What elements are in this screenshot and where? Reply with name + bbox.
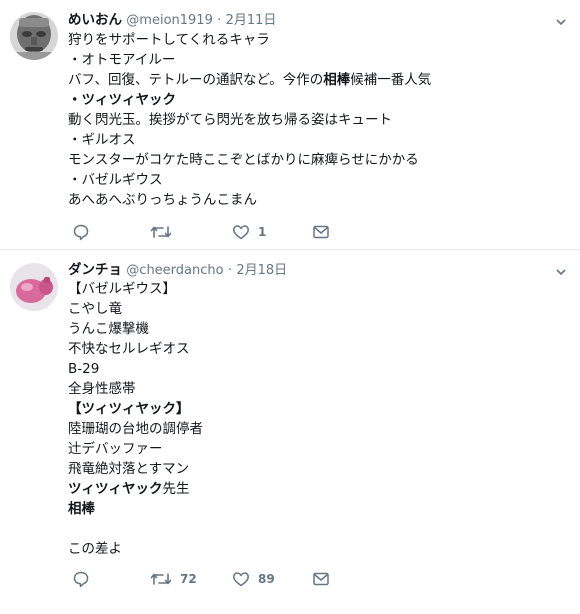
text-run: 動く閃光玉。挨拶がてら閃光を放ち帰る姿はキュート bbox=[68, 112, 392, 128]
tweet-text-line: モンスターがコケた時ここぞとばかりに麻痺らせにかかる bbox=[68, 150, 570, 170]
retweet-button[interactable] bbox=[150, 222, 180, 242]
tweet-header: ダンチョ @cheerdancho · 2月18日 bbox=[68, 261, 552, 280]
text-run: 不快なセルレギオス bbox=[68, 341, 190, 357]
like-button[interactable]: 1 bbox=[232, 222, 266, 242]
text-run: バフ、回復、テトルーの通訳など。今作の bbox=[68, 72, 324, 88]
tweet-text-line bbox=[68, 519, 570, 539]
dm-icon bbox=[312, 570, 330, 588]
text-run: ・バゼルギウス bbox=[68, 172, 163, 188]
tweet-text-line: 陸珊瑚の台地の調停者 bbox=[68, 419, 570, 439]
bold-text: 相棒 bbox=[68, 501, 95, 517]
tweet-text-line: 【ツィツィヤック】 bbox=[68, 399, 570, 419]
text-run: 辻デバッファー bbox=[68, 441, 163, 457]
text-run: B-29 bbox=[68, 361, 100, 377]
reply-icon bbox=[72, 570, 90, 588]
tweet-text-line: 全身性感帯 bbox=[68, 379, 570, 399]
tweet-text-line: こやし竜 bbox=[68, 299, 570, 319]
user-handle[interactable]: @meion1919 bbox=[126, 13, 213, 28]
avatar[interactable] bbox=[10, 12, 58, 60]
tweet-text: 【バゼルギウス】 こやし竜うんこ爆撃機不快なセルレギオス B-29 全身性感帯【ツィツ… bbox=[68, 279, 570, 559]
text-run: 【バゼルギウス】 bbox=[68, 281, 176, 297]
like-count: 89 bbox=[258, 572, 275, 586]
tweet-text-line: 飛竜絶対落とすマン bbox=[68, 459, 570, 479]
text-run: 陸珊瑚の台地の調停者 bbox=[68, 421, 203, 437]
reply-button[interactable] bbox=[72, 222, 98, 242]
tweet[interactable]: めいおん @meion1919 · 2月11日 狩りをサポートしてくれるキャラ・… bbox=[0, 0, 580, 250]
reply-button[interactable] bbox=[72, 569, 98, 589]
user-name[interactable]: ダンチョ bbox=[68, 262, 122, 278]
separator: · bbox=[217, 13, 222, 28]
dm-button[interactable] bbox=[312, 569, 338, 589]
tweet-text-line: あへあへぶりっちょうんこまん bbox=[68, 190, 570, 210]
separator: · bbox=[227, 263, 233, 278]
like-count: 1 bbox=[258, 225, 267, 239]
text-run: 全身性感帯 bbox=[68, 381, 136, 397]
text-run: こやし竜 bbox=[68, 301, 122, 317]
caret-down-icon[interactable] bbox=[554, 14, 568, 28]
tweet[interactable]: ダンチョ @cheerdancho · 2月18日 【バゼルギウス】 こやし竜うん… bbox=[0, 251, 580, 614]
dm-icon bbox=[312, 223, 330, 241]
tweet-text-line: ・ツィツィヤック bbox=[68, 90, 570, 110]
tweet-text-line: B-29 bbox=[68, 359, 570, 379]
tweet-header: めいおん @meion1919 · 2月11日 bbox=[68, 11, 552, 30]
tweet-text-line: 【バゼルギウス】 bbox=[68, 279, 570, 299]
text-run: ・ギルオス bbox=[68, 132, 136, 148]
text-run: 飛竜絶対落とすマン bbox=[68, 461, 190, 477]
text-run: 先生 bbox=[162, 481, 190, 497]
tweet-text-line: ・バゼルギウス bbox=[68, 170, 570, 190]
like-icon bbox=[232, 570, 250, 588]
user-name[interactable]: めいおん bbox=[68, 12, 122, 28]
bold-text: ・ツィツィヤック bbox=[68, 92, 176, 108]
tweet-text-line: 動く閃光玉。挨拶がてら閃光を放ち帰る姿はキュート bbox=[68, 110, 570, 130]
retweet-icon bbox=[150, 223, 172, 241]
text-run: うんこ爆撃機 bbox=[68, 321, 149, 337]
caret-down-icon[interactable] bbox=[554, 264, 568, 278]
tweet-date[interactable]: 2月18日 bbox=[236, 263, 287, 278]
text-run: 狩りをサポートしてくれるキャラ bbox=[68, 32, 270, 48]
bold-text: ツィツィヤック bbox=[68, 481, 163, 497]
tweet-text-line: この差よ bbox=[68, 539, 570, 559]
retweet-count: 72 bbox=[180, 572, 197, 586]
tweet-text-line: ツィツィヤック先生 bbox=[68, 479, 570, 499]
bold-text: 相棒 bbox=[323, 72, 351, 88]
tweet-text: 狩りをサポートしてくれるキャラ ・オトモアイルーバフ、回復、テトルーの通訳など。今… bbox=[68, 30, 570, 210]
tweet-text-line: 相棒 bbox=[68, 499, 570, 519]
timeline: めいおん @meion1919 · 2月11日 狩りをサポートしてくれるキャラ・… bbox=[0, 0, 580, 614]
tweet-text-line: 不快なセルレギオス bbox=[68, 339, 570, 359]
avatar[interactable] bbox=[10, 263, 58, 311]
user-handle[interactable]: @cheerdancho bbox=[126, 263, 223, 278]
tweet-date[interactable]: 2月11日 bbox=[226, 13, 277, 28]
like-button[interactable]: 89 bbox=[232, 569, 275, 589]
retweet-button[interactable]: 72 bbox=[150, 569, 197, 589]
tweet-text-line: バフ、回復、テトルーの通訳など。今作の相棒候補一番人気 bbox=[68, 70, 570, 90]
reply-icon bbox=[72, 223, 90, 241]
tweet-text-line: 辻デバッファー bbox=[68, 439, 570, 459]
text-run: あへあへぶりっちょうんこまん bbox=[68, 192, 257, 208]
tweet-text-line: 狩りをサポートしてくれるキャラ bbox=[68, 30, 570, 50]
tweet-text-line: ・ギルオス bbox=[68, 130, 570, 150]
like-icon bbox=[232, 223, 250, 241]
tweet-text-line: うんこ爆撃機 bbox=[68, 319, 570, 339]
text-run: 候補一番人気 bbox=[350, 72, 432, 88]
text-run: モンスターがコケた時ここぞとばかりに麻痺らせにかかる bbox=[68, 152, 419, 168]
dm-button[interactable] bbox=[312, 222, 338, 242]
text-run: ・オトモアイルー bbox=[68, 52, 176, 68]
retweet-icon bbox=[150, 570, 172, 588]
text-run: この差よ bbox=[68, 541, 122, 557]
bold-text: 【ツィツィヤック】 bbox=[68, 401, 190, 417]
tweet-text-line: ・オトモアイルー bbox=[68, 50, 570, 70]
